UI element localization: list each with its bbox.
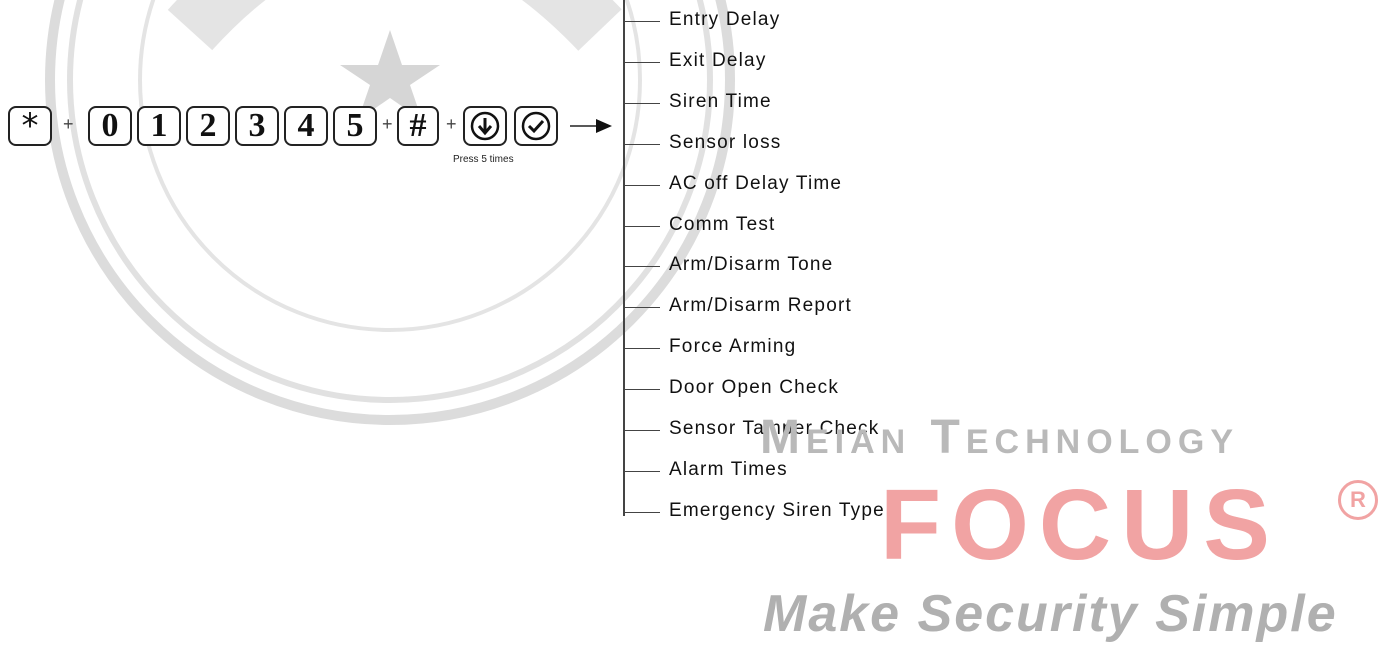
menu-branch-line [623,61,660,63]
confirm-check-icon [521,111,551,141]
key-star: * [8,106,52,146]
right-arrow-icon [570,119,612,133]
key-5: 5 [333,106,377,146]
menu-branch-line [623,21,660,22]
watermark-stamp [40,0,740,430]
company-name: Meian Technology [760,411,1239,464]
menu-branch-line [623,307,660,309]
menu-branch-line [623,102,660,104]
menu-branch-line [623,143,660,145]
registered-mark: R [1338,480,1378,520]
menu-branch-line [623,470,660,472]
menu-item: Door Open Check [669,377,840,399]
down-arrow-icon [470,111,500,141]
press-times-note: Press 5 times [453,154,514,165]
menu-item: Arm/Disarm Report [669,295,852,317]
menu-branch-line [623,430,660,431]
menu-branch-line [623,184,660,186]
menu-item: Arm/Disarm Tone [669,254,834,276]
key-1: 1 [137,106,181,146]
down-arrow-key [463,106,507,146]
menu-tree-line [623,0,625,516]
key-hash: # [397,106,439,146]
menu-item: Force Arming [669,336,797,358]
plus-sign: + [382,114,393,134]
plus-sign: + [446,114,457,134]
plus-sign: + [63,114,74,134]
menu-item: Exit Delay [669,49,767,71]
menu-branch-line [623,266,660,268]
key-3: 3 [235,106,279,146]
menu-item: Entry Delay [669,9,781,30]
menu-item: Emergency Siren Type [669,499,885,521]
menu-branch-line [623,511,660,513]
key-0: 0 [88,106,132,146]
brand-logo: FOCUS [880,469,1280,581]
menu-branch-line [623,225,660,227]
menu-branch-line [623,348,660,350]
brand-slogan: Make Security Simple [763,585,1338,643]
menu-item: Comm Test [669,213,776,235]
key-4: 4 [284,106,328,146]
key-2: 2 [186,106,230,146]
menu-item: Sensor loss [669,131,782,153]
confirm-key [514,106,558,146]
menu-item: AC off Delay Time [669,172,843,194]
menu-item: Siren Time [669,90,772,112]
menu-branch-line [623,389,660,391]
